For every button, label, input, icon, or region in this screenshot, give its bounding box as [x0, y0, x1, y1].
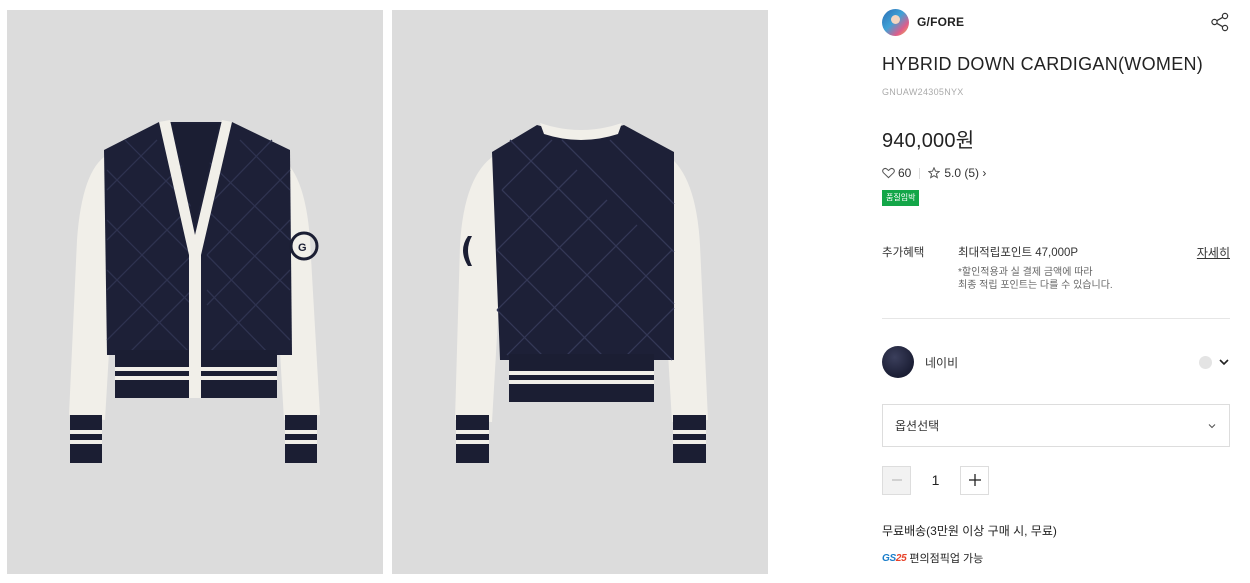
share-icon[interactable]: [1210, 12, 1230, 32]
shipping-info: 무료배송(3만원 이상 구매 시, 무료): [882, 524, 1057, 538]
benefit-section: 추가혜택 최대적립포인트 47,000P *할인적용과 실 결제 금액에 따라 …: [882, 244, 1230, 292]
benefit-detail-link[interactable]: 자세히: [1197, 244, 1230, 261]
product-title: HYBRID DOWN CARDIGAN(WOMEN): [882, 54, 1204, 74]
quantity-value[interactable]: 1: [911, 472, 960, 488]
brand-name[interactable]: G/FORE: [917, 15, 964, 29]
option-select[interactable]: 옵션선택: [882, 404, 1230, 447]
color-swatch[interactable]: [882, 346, 914, 378]
brand-avatar-icon[interactable]: [882, 8, 909, 36]
product-info-panel: G/FORE HYBRID DOWN CARDIGAN(WOMEN) GNUAW…: [882, 8, 1230, 566]
gs25-logo-icon: GS25: [882, 552, 907, 564]
product-meta: 60 5.0 (5) ›: [882, 165, 1230, 181]
benefit-points: 최대적립포인트 47,000P: [958, 247, 1079, 259]
product-image-front[interactable]: G: [7, 10, 383, 574]
like-count: 60: [898, 166, 912, 180]
chevron-right-icon: ›: [982, 166, 987, 180]
color-indicator-dot: [1199, 356, 1212, 369]
status-badge: 품질임박: [882, 190, 920, 206]
color-selector[interactable]: 네이비: [882, 346, 1230, 378]
cardigan-front-illustration: G: [69, 120, 320, 463]
benefit-body: 최대적립포인트 47,000P *할인적용과 실 결제 금액에 따라 최종 적립…: [958, 244, 1113, 292]
rating-value: 5.0: [944, 166, 962, 180]
product-gallery: G: [7, 10, 769, 574]
benefit-label: 추가혜택: [882, 247, 925, 259]
plus-icon: [968, 474, 981, 486]
divider: [882, 318, 1230, 319]
benefit-note-line: 최종 적립 포인트는 다를 수 있습니다.: [958, 280, 1113, 291]
star-icon: [928, 167, 941, 179]
svg-text:G: G: [298, 242, 307, 254]
product-image-back[interactable]: [392, 10, 768, 574]
product-price: 940,000원: [882, 130, 975, 152]
heart-icon[interactable]: [882, 167, 895, 179]
review-summary-link[interactable]: 5.0 (5) ›: [944, 166, 986, 180]
quantity-increase-button[interactable]: [960, 465, 989, 495]
meta-divider: [919, 167, 921, 179]
quantity-stepper: 1: [882, 465, 1230, 495]
pickup-text: 편의점픽업 가능: [909, 553, 984, 565]
chevron-down-icon: [1208, 424, 1216, 429]
minus-icon: [891, 479, 902, 481]
brand-row: G/FORE: [882, 8, 1230, 36]
chevron-down-icon[interactable]: [1218, 356, 1230, 368]
benefit-note-line: *할인적용과 실 결제 금액에 따라: [958, 267, 1093, 278]
option-select-placeholder: 옵션선택: [895, 419, 940, 433]
pickup-info: GS25 편의점픽업 가능: [882, 550, 1230, 566]
quantity-decrease-button[interactable]: [882, 465, 911, 495]
cardigan-back-illustration: [455, 123, 708, 463]
product-sku: GNUAW24305NYX: [882, 87, 964, 97]
color-name: 네이비: [925, 355, 959, 370]
benefit-note: *할인적용과 실 결제 금액에 따라 최종 적립 포인트는 다를 수 있습니다.: [958, 266, 1113, 292]
review-count: (5): [964, 166, 980, 180]
